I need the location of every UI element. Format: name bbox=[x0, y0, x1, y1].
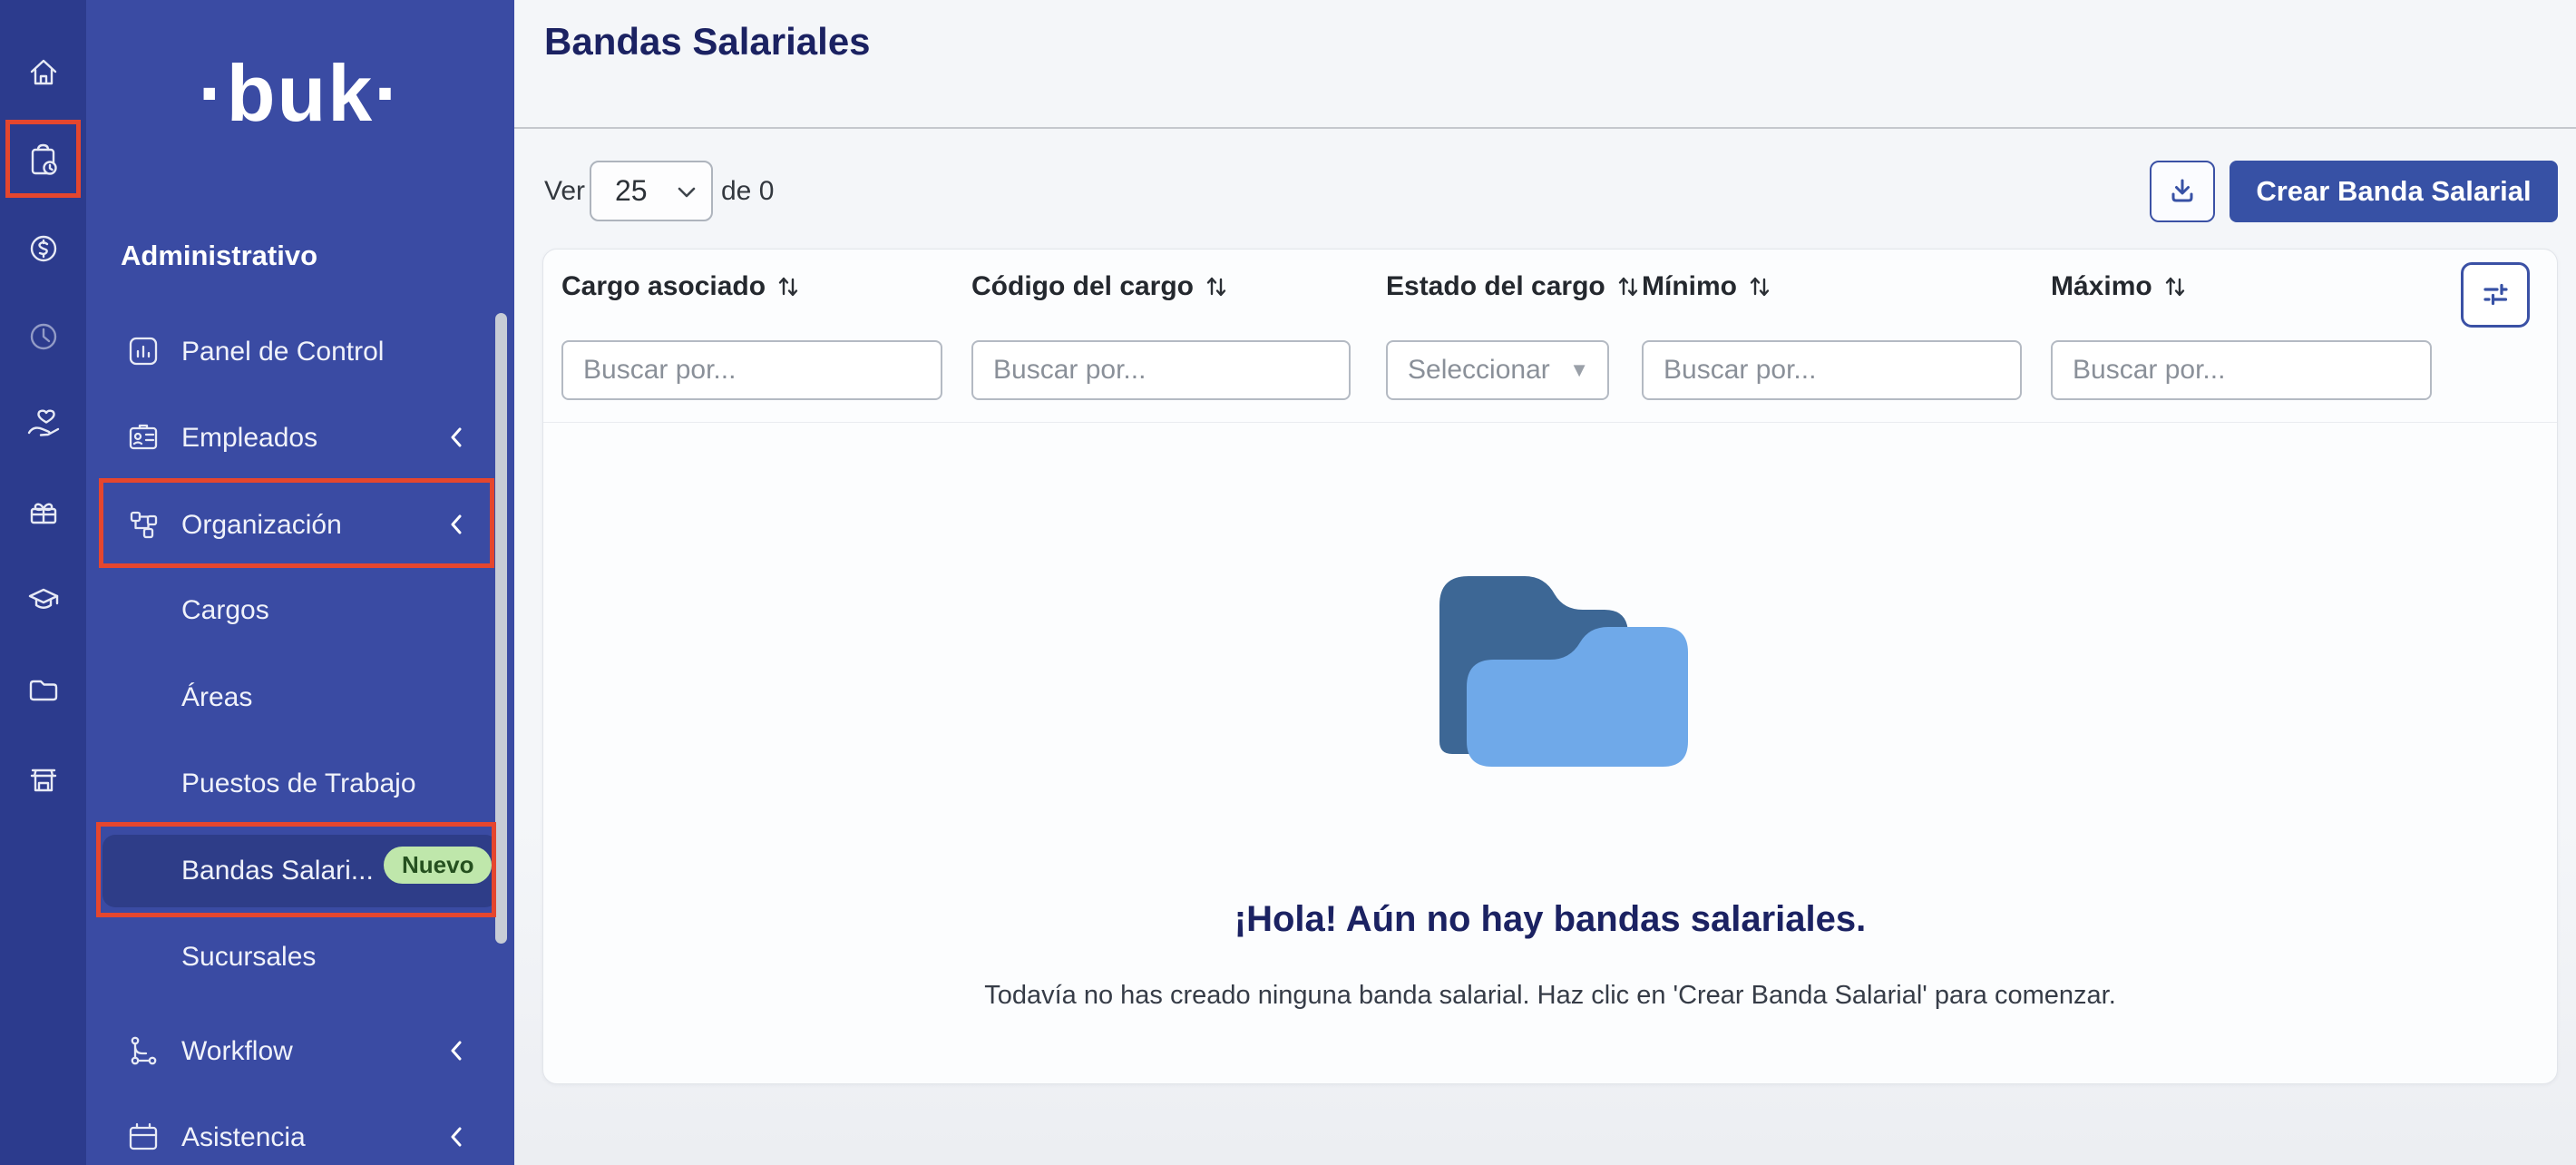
sidebar-item-label: Cargos bbox=[181, 595, 269, 626]
filter-input-minimo[interactable] bbox=[1642, 340, 2022, 400]
sidebar-item-workflow[interactable]: Workflow bbox=[102, 1023, 498, 1080]
app-window: ·buk· Administrativo Panel de Control Em… bbox=[0, 0, 2576, 1165]
dashboard-icon bbox=[126, 334, 162, 370]
sidebar: ·buk· Administrativo Panel de Control Em… bbox=[86, 0, 514, 1165]
sidebar-item-label: Workflow bbox=[181, 1036, 293, 1067]
header-divider bbox=[543, 422, 2557, 423]
sidebar-item-asistencia[interactable]: Asistencia bbox=[102, 1110, 498, 1165]
total-count-label: de 0 bbox=[721, 176, 774, 207]
salary-bands-table-card: Cargo asociado Código del cargo Estado d… bbox=[542, 249, 2558, 1084]
marketplace-store-icon[interactable] bbox=[0, 749, 86, 812]
sidebar-item-label: Empleados bbox=[181, 423, 317, 454]
remunerations-dollar-icon[interactable] bbox=[0, 217, 86, 280]
chevron-left-icon bbox=[449, 426, 463, 456]
column-header-estado-del-cargo[interactable]: Estado del cargo bbox=[1386, 271, 1640, 302]
sidebar-section-label: Administrativo bbox=[121, 240, 317, 272]
empty-folder-illustration bbox=[1414, 518, 1706, 772]
column-label: Máximo bbox=[2051, 271, 2152, 302]
sidebar-item-empleados[interactable]: Empleados bbox=[102, 410, 498, 466]
download-button[interactable] bbox=[2150, 161, 2215, 222]
sidebar-scrollbar[interactable] bbox=[495, 313, 507, 944]
column-label: Cargo asociado bbox=[561, 271, 766, 302]
sort-icon bbox=[776, 273, 800, 300]
sidebar-item-label: Bandas Salari... bbox=[181, 856, 374, 886]
sidebar-item-label: Organización bbox=[181, 510, 342, 541]
nuevo-badge: Nuevo bbox=[384, 847, 492, 884]
filter-input-codigo-del-cargo[interactable] bbox=[971, 340, 1351, 400]
org-chart-icon bbox=[126, 507, 162, 543]
home-icon[interactable] bbox=[0, 41, 86, 104]
chevron-left-icon bbox=[449, 1125, 463, 1156]
filter-sliders-icon bbox=[2477, 277, 2513, 313]
column-label: Código del cargo bbox=[971, 271, 1194, 302]
sidebar-item-label: Áreas bbox=[181, 682, 252, 713]
empty-state-title: ¡Hola! Aún no hay bandas salariales. bbox=[543, 899, 2557, 940]
sidebar-item-sucursales[interactable]: Sucursales bbox=[102, 929, 498, 985]
filter-input-cargo-asociado[interactable] bbox=[561, 340, 942, 400]
benefits-hand-heart-icon[interactable] bbox=[0, 393, 86, 456]
sidebar-item-areas[interactable]: Áreas bbox=[102, 670, 498, 726]
chevron-down-icon bbox=[677, 186, 697, 199]
sidebar-item-organizacion[interactable]: Organización bbox=[102, 497, 498, 553]
select-placeholder: Seleccionar bbox=[1408, 355, 1550, 386]
icon-rail bbox=[0, 0, 86, 1165]
filter-input-maximo[interactable] bbox=[2051, 340, 2432, 400]
sidebar-item-panel-de-control[interactable]: Panel de Control bbox=[102, 324, 498, 380]
column-header-cargo-asociado[interactable]: Cargo asociado bbox=[561, 271, 800, 302]
id-badge-icon bbox=[126, 420, 162, 456]
sidebar-item-bandas-salariales[interactable]: Bandas Salari... Nuevo bbox=[102, 835, 498, 907]
sidebar-item-label: Sucursales bbox=[181, 942, 316, 973]
documents-folder-icon[interactable] bbox=[0, 659, 86, 722]
empty-state-description: Todavía no has creado ninguna banda sala… bbox=[543, 981, 2557, 1011]
column-settings-button[interactable] bbox=[2461, 262, 2530, 328]
pagesize-value: 25 bbox=[615, 174, 648, 208]
sidebar-item-label: Panel de Control bbox=[181, 337, 384, 367]
chevron-left-icon bbox=[449, 1039, 463, 1070]
pagesize-label: Ver bbox=[544, 176, 585, 207]
training-graduation-cap-icon[interactable] bbox=[0, 569, 86, 632]
title-divider bbox=[514, 127, 2576, 129]
calendar-icon bbox=[126, 1120, 162, 1156]
column-header-minimo[interactable]: Mínimo bbox=[1642, 271, 1771, 302]
gifts-icon[interactable] bbox=[0, 481, 86, 544]
column-label: Estado del cargo bbox=[1386, 271, 1605, 302]
column-header-maximo[interactable]: Máximo bbox=[2051, 271, 2187, 302]
workflow-icon bbox=[126, 1033, 162, 1070]
sort-icon bbox=[1616, 273, 1640, 300]
time-clock-icon[interactable] bbox=[0, 305, 86, 368]
sort-icon bbox=[2163, 273, 2187, 300]
filter-select-estado-del-cargo[interactable]: Seleccionar ▼ bbox=[1386, 340, 1609, 400]
chevron-left-icon bbox=[449, 513, 463, 543]
sort-icon bbox=[1205, 273, 1228, 300]
sidebar-item-label: Puestos de Trabajo bbox=[181, 769, 416, 799]
column-header-codigo-del-cargo[interactable]: Código del cargo bbox=[971, 271, 1228, 302]
buk-logo: ·buk· bbox=[86, 47, 514, 140]
tasks-clipboard-clock-icon[interactable] bbox=[0, 129, 86, 192]
column-label: Mínimo bbox=[1642, 271, 1737, 302]
download-icon bbox=[2166, 175, 2199, 208]
main-content: Bandas Salariales Ver 25 de 0 Crear Band… bbox=[514, 0, 2576, 1165]
pagesize-select[interactable]: 25 bbox=[590, 161, 713, 221]
create-banda-salarial-button[interactable]: Crear Banda Salarial bbox=[2230, 161, 2558, 222]
dropdown-arrow-icon: ▼ bbox=[1569, 358, 1589, 382]
page-title: Bandas Salariales bbox=[544, 20, 871, 64]
sidebar-item-cargos[interactable]: Cargos bbox=[102, 582, 498, 639]
sort-icon bbox=[1748, 273, 1771, 300]
sidebar-item-label: Asistencia bbox=[181, 1122, 306, 1153]
sidebar-item-puestos-de-trabajo[interactable]: Puestos de Trabajo bbox=[102, 756, 498, 812]
